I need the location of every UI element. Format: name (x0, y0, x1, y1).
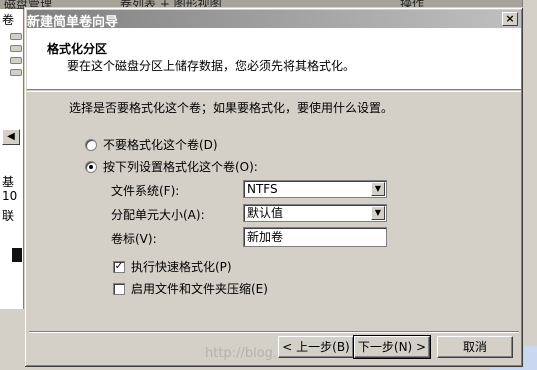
new-simple-volume-wizard: 新建简单卷向导 × 格式化分区 要在这个磁盘分区上储存数据，您必须先将其格式化。… (24, 7, 524, 368)
radio-format[interactable]: 按下列设置格式化这个卷(O): (85, 158, 258, 175)
next-button[interactable]: 下一步(N) > (353, 335, 431, 359)
allocation-unit-select[interactable]: 默认值 ▼ (243, 204, 387, 222)
volume-label-input[interactable]: 新加卷 (243, 227, 387, 247)
filesystem-label: 文件系统(F): (111, 184, 180, 198)
bg-left-text: 基 (2, 175, 15, 189)
quick-format-checkbox-row[interactable]: ✓ 执行快速格式化(P) (113, 258, 232, 275)
bg-left-text: 10 (2, 189, 18, 203)
background-left-panel: 卷 ◀ 基 10 联 (0, 9, 24, 309)
header-divider (27, 91, 521, 92)
allocation-unit-label: 分配单元大小(A): (111, 208, 205, 222)
cancel-button[interactable]: 取消 (437, 336, 513, 358)
scroll-left-arrow-icon[interactable]: ◀ (2, 129, 20, 145)
bg-left-text: 联 (2, 209, 15, 223)
back-button[interactable]: < 上一步(B) (278, 336, 354, 358)
radio-format-label: 按下列设置格式化这个卷(O): (103, 160, 258, 174)
tree-node-icon (10, 45, 22, 52)
close-button[interactable]: × (502, 12, 518, 26)
quick-format-label: 执行快速格式化(P) (131, 260, 232, 274)
compression-label: 启用文件和文件夹压缩(E) (131, 282, 268, 296)
tree-node-icon (10, 33, 22, 40)
quick-format-checkbox[interactable]: ✓ (113, 260, 125, 273)
radio-button[interactable] (85, 160, 97, 173)
disk-block (12, 248, 22, 262)
allocation-unit-value: 默认值 (247, 206, 284, 220)
compression-checkbox[interactable] (113, 282, 125, 295)
tree-node-icon (10, 69, 22, 76)
instruction-text: 选择是否要格式化这个卷；如果要格式化，要使用什么设置。 (69, 101, 394, 115)
radio-no-format-label: 不要格式化这个卷(D) (103, 138, 218, 152)
title-bar[interactable]: 新建简单卷向导 × (27, 10, 521, 30)
tree-node-icon (10, 57, 22, 64)
background-right-edge (522, 0, 537, 370)
radio-button[interactable] (85, 138, 97, 151)
footer-divider (29, 331, 519, 333)
chevron-down-icon[interactable]: ▼ (371, 206, 385, 220)
page-title: 格式化分区 (47, 42, 108, 56)
filesystem-value: NTFS (247, 182, 278, 196)
bg-left-text: 卷 (2, 13, 15, 27)
compression-checkbox-row[interactable]: 启用文件和文件夹压缩(E) (113, 280, 268, 297)
radio-no-format[interactable]: 不要格式化这个卷(D) (85, 136, 218, 153)
wizard-header: 格式化分区 要在这个磁盘分区上储存数据，您必须先将其格式化。 (27, 28, 521, 90)
filesystem-select[interactable]: NTFS ▼ (243, 180, 387, 198)
chevron-down-icon[interactable]: ▼ (371, 182, 385, 196)
volume-label-label: 卷标(V): (111, 232, 157, 246)
page-subtitle: 要在这个磁盘分区上储存数据，您必须先将其格式化。 (67, 59, 356, 73)
